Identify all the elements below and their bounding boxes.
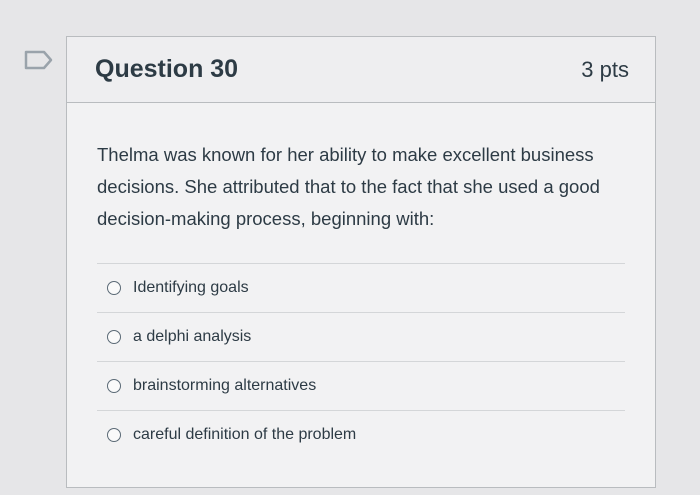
question-card: Question 30 3 pts Thelma was known for h…	[66, 36, 656, 488]
answer-label: brainstorming alternatives	[133, 377, 317, 394]
answer-option[interactable]: a delphi analysis	[97, 312, 625, 361]
bookmark-flag-icon[interactable]	[24, 50, 54, 75]
question-text: Thelma was known for her ability to make…	[97, 144, 600, 229]
answer-label: careful definition of the problem	[133, 426, 357, 443]
question-title: Question 30	[95, 55, 239, 83]
answer-label: a delphi analysis	[133, 328, 252, 345]
answer-option[interactable]: careful definition of the problem	[97, 410, 625, 459]
radio-button[interactable]	[107, 379, 121, 393]
question-header: Question 30 3 pts	[67, 37, 655, 103]
question-points: 3 pts	[581, 56, 629, 82]
radio-button[interactable]	[107, 281, 121, 295]
radio-button[interactable]	[107, 330, 121, 344]
answer-list: Identifying goals a delphi analysis brai…	[97, 263, 625, 459]
answer-option[interactable]: brainstorming alternatives	[97, 361, 625, 410]
answer-label: Identifying goals	[133, 279, 249, 296]
radio-button[interactable]	[107, 428, 121, 442]
answer-option[interactable]: Identifying goals	[97, 263, 625, 312]
question-body: Thelma was known for her ability to make…	[67, 103, 655, 459]
